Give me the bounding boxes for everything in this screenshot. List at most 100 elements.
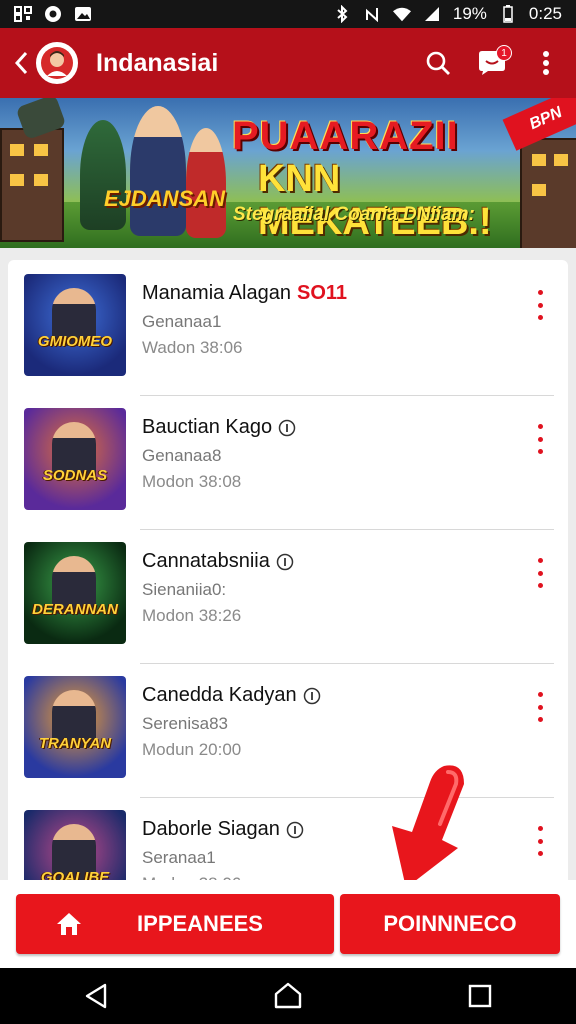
primary-action-label: IPPEANEES bbox=[137, 911, 263, 936]
more-options-button[interactable] bbox=[526, 43, 566, 83]
banner-headline-2: KNN MEKATEEB.! bbox=[258, 158, 492, 243]
search-button[interactable] bbox=[418, 43, 458, 83]
promo-banner[interactable]: PUAARAZII KNN MEKATEEB.! Stegraaiial Coa… bbox=[0, 98, 576, 248]
item-title-line: Cannatabsniia bbox=[142, 550, 294, 573]
game-list: GMIOMEO Manamia Alagan SO11 Genanaa1 Wadon 3… bbox=[8, 260, 568, 900]
banner-character bbox=[130, 106, 186, 236]
secondary-action-label: POINNNECO bbox=[383, 911, 517, 936]
secondary-action-button[interactable]: POINNNECO bbox=[340, 894, 560, 954]
status-right-icons: 19% 0:25 bbox=[333, 4, 562, 24]
list-item[interactable]: GMIOMEO Manamia Alagan SO11 Genanaa1 Wadon 3… bbox=[8, 262, 568, 396]
avatar-face-icon bbox=[41, 47, 73, 79]
item-title: Canedda Kadyan bbox=[142, 684, 297, 706]
home-icon bbox=[57, 913, 81, 935]
battery-icon bbox=[499, 5, 517, 23]
item-more-button[interactable] bbox=[534, 826, 546, 856]
item-meta: Modon 38:08 bbox=[142, 472, 242, 491]
system-nav-bar bbox=[0, 968, 576, 1024]
app-bar: Indanasiai 1 bbox=[0, 28, 576, 98]
kebab-dot-icon bbox=[537, 692, 543, 697]
red-arrow-icon bbox=[392, 765, 464, 888]
item-more-button[interactable] bbox=[534, 424, 546, 454]
item-subtitle: Genanaa8 bbox=[142, 446, 222, 465]
info-icon[interactable] bbox=[278, 419, 296, 437]
qr-icon bbox=[14, 6, 32, 22]
kebab-dot-icon bbox=[537, 704, 543, 710]
notification-badge: 1 bbox=[496, 45, 512, 61]
kebab-dot-icon bbox=[537, 424, 543, 429]
list-item[interactable]: DERANNAN Cannatabsniia Sienaniia0: Modon 38… bbox=[8, 530, 568, 664]
game-thumbnail: GMIOMEO bbox=[24, 274, 126, 376]
info-icon[interactable] bbox=[303, 687, 321, 705]
item-subtitle: Genanaa1 bbox=[142, 312, 222, 331]
item-title-line: Canedda Kadyan bbox=[142, 684, 321, 707]
clock: 0:25 bbox=[528, 4, 562, 23]
mute-icon bbox=[363, 6, 381, 22]
list-item[interactable]: TRANYAN Canedda Kadyan Serenisa83 Modun 20:… bbox=[8, 664, 568, 798]
kebab-dot-icon bbox=[537, 851, 543, 856]
building-window bbox=[10, 144, 24, 156]
game-thumbnail: TRANYAN bbox=[24, 676, 126, 778]
item-subtitle: Serenisa83 bbox=[142, 714, 229, 733]
banner-headline-1: PUAARAZII bbox=[232, 114, 459, 158]
list-item[interactable]: SODNAS Bauctian Kago Genanaa8 Modon 38:08 bbox=[8, 396, 568, 530]
kebab-dot-icon bbox=[537, 826, 543, 831]
item-title-line: Manamia Alagan SO11 bbox=[142, 282, 347, 305]
item-more-button[interactable] bbox=[534, 290, 546, 320]
item-title: Manamia Alagan bbox=[142, 282, 291, 304]
primary-action-button[interactable]: IPPEANEES bbox=[16, 894, 334, 954]
notifications-button[interactable]: 1 bbox=[472, 43, 512, 83]
item-title: Daborle Siagan bbox=[142, 818, 280, 840]
game-thumbnail: DERANNAN bbox=[24, 542, 126, 644]
nav-recents-button[interactable] bbox=[450, 976, 510, 1016]
back-triangle-icon bbox=[85, 983, 107, 1009]
kebab-dot-icon bbox=[537, 290, 543, 295]
kebab-dot-icon bbox=[537, 583, 543, 588]
nav-back-button[interactable] bbox=[66, 976, 126, 1016]
kebab-dot-icon bbox=[537, 449, 543, 454]
building-window bbox=[34, 174, 48, 186]
nav-home-button[interactable] bbox=[258, 976, 318, 1016]
item-meta: Modun 20:00 bbox=[142, 740, 242, 759]
item-subtitle: Sienaniia0: bbox=[142, 580, 227, 599]
building-window bbox=[10, 174, 24, 186]
bottom-action-bar: IPPEANEES POINNNECO bbox=[0, 880, 576, 968]
item-title: Cannatabsniia bbox=[142, 550, 270, 572]
kebab-dot-icon bbox=[537, 717, 543, 722]
kebab-dot-icon bbox=[537, 302, 543, 308]
kebab-dot-icon bbox=[537, 315, 543, 320]
kebab-dot-icon bbox=[537, 570, 543, 576]
battery-percent: 19% bbox=[452, 4, 487, 23]
kebab-dot-icon bbox=[537, 838, 543, 844]
chevron-left-icon bbox=[14, 51, 28, 75]
status-bar: 19% 0:25 bbox=[0, 0, 576, 28]
item-more-button[interactable] bbox=[534, 692, 546, 722]
kebab-dot-icon bbox=[537, 436, 543, 442]
record-icon bbox=[44, 6, 62, 22]
wifi-icon bbox=[392, 6, 411, 22]
item-meta: Wadon 38:06 bbox=[142, 338, 243, 357]
avatar[interactable] bbox=[36, 42, 78, 84]
search-icon bbox=[426, 51, 450, 75]
thumbnail-logo-text: TRANYAN bbox=[38, 735, 112, 752]
kebab-menu-icon bbox=[543, 51, 549, 75]
item-badge: SO11 bbox=[296, 282, 348, 304]
banner-logo-text: EJDANSAN bbox=[104, 186, 226, 211]
status-left-icons bbox=[14, 6, 92, 22]
back-button[interactable] bbox=[10, 43, 32, 83]
game-thumbnail: SODNAS bbox=[24, 408, 126, 510]
info-icon[interactable] bbox=[286, 821, 304, 839]
item-title-line: Bauctian Kago bbox=[142, 416, 296, 439]
item-more-button[interactable] bbox=[534, 558, 546, 588]
info-icon[interactable] bbox=[276, 553, 294, 571]
building-window bbox=[34, 144, 48, 156]
recents-square-icon bbox=[468, 984, 492, 1008]
item-title-line: Daborle Siagan bbox=[142, 818, 304, 841]
thumbnail-logo-text: SODNAS bbox=[42, 467, 108, 484]
item-title: Bauctian Kago bbox=[142, 416, 273, 438]
banner-character bbox=[186, 128, 226, 238]
page-title: Indanasiai bbox=[96, 48, 219, 77]
item-subtitle: Seranaa1 bbox=[142, 848, 216, 867]
signal-icon bbox=[423, 6, 441, 22]
bluetooth-icon bbox=[333, 5, 351, 23]
